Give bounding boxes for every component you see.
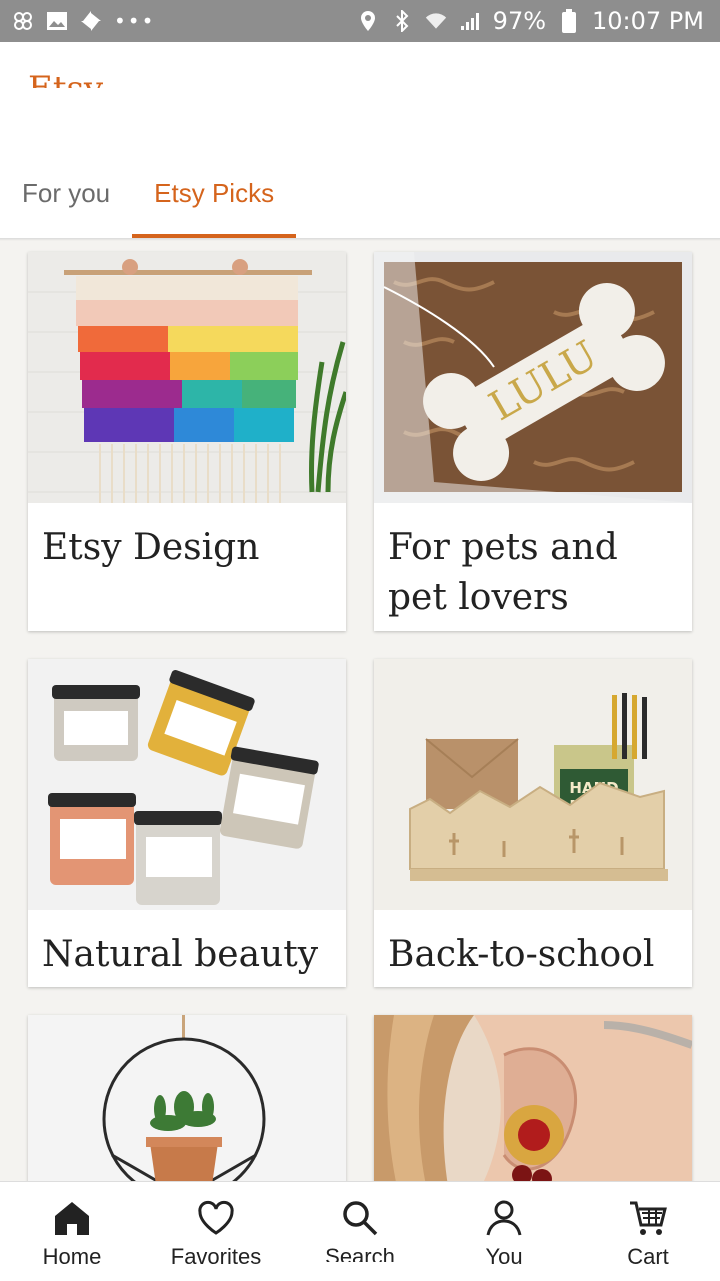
search-icon	[340, 1198, 380, 1238]
bone-ornament-image: LULU	[374, 252, 692, 503]
etsy-logo[interactable]: Etsy	[28, 68, 103, 88]
skincare-jars-image	[28, 659, 346, 910]
tab-etsy-picks[interactable]: Etsy Picks	[132, 162, 297, 238]
nav-home[interactable]: Home	[0, 1182, 144, 1281]
clock: 10:07 PM	[592, 7, 704, 35]
status-bar: ••• 97% 10:07 PM	[0, 0, 720, 42]
nav-cart[interactable]: Cart	[576, 1182, 720, 1281]
card-title: Natural beauty	[42, 934, 319, 975]
pick-card-natural-beauty[interactable]: Natural beauty	[28, 659, 346, 987]
card-title: For pets and pet lovers	[388, 527, 618, 618]
nav-label: Favorites	[170, 1244, 262, 1269]
image-icon	[46, 10, 68, 32]
location-icon	[357, 10, 379, 32]
tab-bar: For you Etsy Picks	[0, 162, 297, 238]
nav-label: Home	[42, 1244, 102, 1269]
pick-card-back-to-school[interactable]: HAND MADE Back-to-school	[374, 659, 692, 987]
tab-for-you[interactable]: For you	[0, 162, 132, 238]
nav-favorites[interactable]: Favorites	[144, 1182, 288, 1281]
wall-hanging-image	[28, 252, 346, 503]
card-title: Back-to-school	[388, 934, 655, 975]
person-icon	[484, 1198, 524, 1238]
signal-icon	[459, 10, 481, 32]
battery-percent: 97%	[492, 7, 547, 35]
more-dots-icon: •••	[114, 9, 156, 33]
nav-label: Search	[325, 1244, 395, 1262]
home-icon	[52, 1198, 92, 1238]
bottom-nav: Home Favorites Search You Cart	[0, 1181, 720, 1281]
fan-icon	[80, 10, 102, 32]
nav-you[interactable]: You	[432, 1182, 576, 1281]
desk-organizer-image: HAND MADE	[374, 659, 692, 910]
pinwheel-icon	[12, 10, 34, 32]
header-divider	[0, 238, 720, 241]
pick-card-etsy-design[interactable]: Etsy Design	[28, 252, 346, 631]
heart-icon	[196, 1198, 236, 1238]
wifi-icon	[425, 10, 447, 32]
battery-icon	[558, 9, 580, 33]
bluetooth-icon	[391, 10, 413, 32]
nav-label: Cart	[627, 1244, 669, 1269]
app-header: Etsy For you Etsy Picks	[0, 42, 720, 238]
pick-card-pets[interactable]: LULU For pets and pet lovers	[374, 252, 692, 631]
cart-icon	[628, 1198, 668, 1238]
nav-search[interactable]: Search	[288, 1182, 432, 1281]
card-title: Etsy Design	[42, 527, 260, 568]
nav-label: You	[485, 1244, 523, 1269]
